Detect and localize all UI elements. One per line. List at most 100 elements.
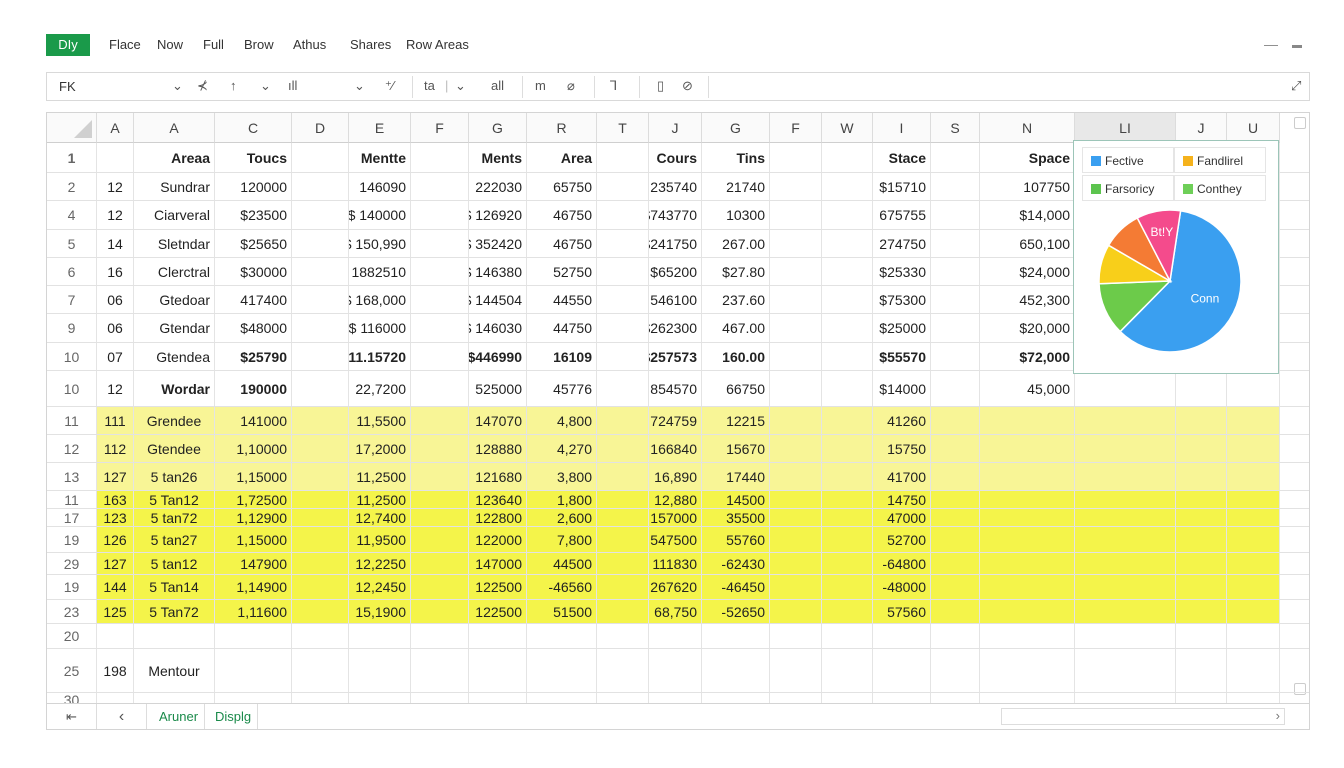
table-cell[interactable]: 123 xyxy=(97,509,134,526)
table-cell[interactable] xyxy=(770,286,822,313)
table-cell[interactable] xyxy=(597,230,649,257)
table-cell[interactable]: 11,5500 xyxy=(349,407,411,434)
table-cell[interactable]: 5 tan26 xyxy=(134,463,215,490)
table-cell[interactable] xyxy=(292,649,349,692)
table-cell[interactable]: $20,000 xyxy=(980,314,1075,342)
table-cell[interactable] xyxy=(292,258,349,285)
table-cell[interactable] xyxy=(980,509,1075,526)
table-cell[interactable] xyxy=(770,343,822,370)
column-header[interactable]: F xyxy=(770,113,822,143)
table-cell[interactable]: 12,880 xyxy=(649,491,702,508)
table-cell[interactable] xyxy=(1176,371,1227,406)
pie-chart[interactable]: Fective Fandlirel Farsoricy Conthey Conn… xyxy=(1073,140,1279,374)
row-number[interactable]: 9 xyxy=(47,314,97,342)
table-cell[interactable] xyxy=(411,286,469,313)
table-cell[interactable] xyxy=(770,201,822,229)
table-cell[interactable]: 222030 xyxy=(469,173,527,200)
table-cell[interactable] xyxy=(931,230,980,257)
menu-item[interactable]: Shares xyxy=(350,37,391,52)
format-icon[interactable]: ⁺⁄ xyxy=(385,78,394,94)
table-cell[interactable] xyxy=(349,624,411,648)
table-cell[interactable] xyxy=(931,553,980,574)
table-cell[interactable]: 547500 xyxy=(649,527,702,552)
table-cell[interactable]: 166840 xyxy=(649,435,702,462)
table-cell[interactable]: 107750 xyxy=(980,173,1075,200)
text-icon[interactable]: ta xyxy=(424,78,435,93)
table-cell[interactable] xyxy=(980,649,1075,692)
table-cell[interactable]: 237.60 xyxy=(702,286,770,313)
table-cell[interactable]: 525000 xyxy=(469,371,527,406)
table-cell[interactable] xyxy=(469,624,527,648)
table-cell[interactable] xyxy=(1075,553,1176,574)
table-cell[interactable] xyxy=(597,491,649,508)
table-cell[interactable] xyxy=(215,649,292,692)
row-number[interactable]: 29 xyxy=(47,553,97,574)
table-cell[interactable]: 235740 xyxy=(649,173,702,200)
column-header[interactable]: T xyxy=(597,113,649,143)
table-cell[interactable] xyxy=(97,624,134,648)
table-cell[interactable]: 112 xyxy=(97,435,134,462)
table-cell[interactable] xyxy=(702,649,770,692)
table-cell[interactable] xyxy=(411,575,469,599)
table-cell[interactable]: 147900 xyxy=(215,553,292,574)
table-cell[interactable]: 724759 xyxy=(649,407,702,434)
table-cell[interactable] xyxy=(822,463,873,490)
table-cell[interactable] xyxy=(822,553,873,574)
table-cell[interactable]: $ 1882510 xyxy=(349,258,411,285)
table-cell[interactable] xyxy=(292,286,349,313)
table-cell[interactable] xyxy=(1176,553,1227,574)
column-header[interactable]: E xyxy=(349,113,411,143)
table-cell[interactable]: 122500 xyxy=(469,600,527,623)
table-cell[interactable]: Clerctral xyxy=(134,258,215,285)
table-cell[interactable]: $15710 xyxy=(873,173,931,200)
row-number[interactable]: 13 xyxy=(47,463,97,490)
table-cell[interactable]: 141000 xyxy=(215,407,292,434)
table-cell[interactable] xyxy=(822,230,873,257)
table-cell[interactable]: 1,12900 xyxy=(215,509,292,526)
table-cell[interactable] xyxy=(292,201,349,229)
row-number[interactable]: 2 xyxy=(47,173,97,200)
row-number[interactable]: 4 xyxy=(47,201,97,229)
table-cell[interactable] xyxy=(980,624,1075,648)
table-cell[interactable] xyxy=(1227,527,1280,552)
table-cell[interactable] xyxy=(822,600,873,623)
table-cell[interactable] xyxy=(411,258,469,285)
table-cell[interactable]: 122000 xyxy=(469,527,527,552)
table-cell[interactable] xyxy=(1227,600,1280,623)
menu-item[interactable]: Now xyxy=(157,37,183,52)
table-cell[interactable]: 14750 xyxy=(873,491,931,508)
table-cell[interactable]: $ 146380 xyxy=(469,258,527,285)
table-cell[interactable]: 267.00 xyxy=(702,230,770,257)
table-cell[interactable] xyxy=(770,463,822,490)
sheet-tab[interactable]: Aruner xyxy=(153,704,206,729)
menu-item[interactable]: Athus xyxy=(293,37,326,52)
table-cell[interactable] xyxy=(931,343,980,370)
table-cell[interactable]: 11,9500 xyxy=(349,527,411,552)
row-number[interactable]: 11 xyxy=(47,407,97,434)
table-cell[interactable]: Grendee xyxy=(134,407,215,434)
table-cell[interactable] xyxy=(822,435,873,462)
column-header[interactable]: S xyxy=(931,113,980,143)
table-cell[interactable]: 122800 xyxy=(469,509,527,526)
minimize-button[interactable]: — xyxy=(1264,36,1278,52)
table-cell[interactable] xyxy=(770,371,822,406)
table-cell[interactable]: 111830 xyxy=(649,553,702,574)
table-cell[interactable]: 5 tan12 xyxy=(134,553,215,574)
table-cell[interactable]: 12 xyxy=(97,371,134,406)
table-cell[interactable]: 51500 xyxy=(527,600,597,623)
pen-icon[interactable]: ⊘ xyxy=(682,78,693,94)
table-cell[interactable] xyxy=(980,600,1075,623)
row-number[interactable]: 23 xyxy=(47,600,97,623)
table-cell[interactable]: 17440 xyxy=(702,463,770,490)
row-number[interactable]: 7 xyxy=(47,286,97,313)
table-cell[interactable]: Mentour xyxy=(134,649,215,692)
table-cell[interactable]: 190000 xyxy=(215,371,292,406)
table-cell[interactable]: 160.00 xyxy=(702,343,770,370)
table-cell[interactable]: 675755 xyxy=(873,201,931,229)
table-cell[interactable] xyxy=(931,314,980,342)
table-cell[interactable] xyxy=(822,286,873,313)
table-cell[interactable]: $743770 xyxy=(649,201,702,229)
column-header[interactable]: C xyxy=(215,113,292,143)
table-cell[interactable]: Toucs xyxy=(215,143,292,172)
table-cell[interactable]: -62430 xyxy=(702,553,770,574)
